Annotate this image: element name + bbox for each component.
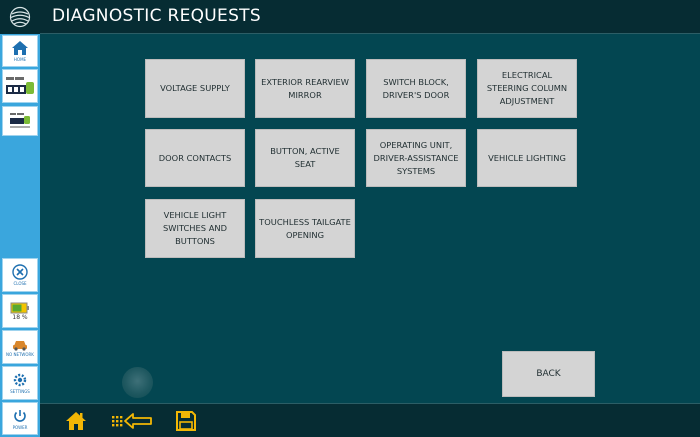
- request-vehicle-light-switches[interactable]: VEHICLE LIGHT SWITCHES AND BUTTONS: [145, 199, 245, 258]
- back-button[interactable]: BACK: [502, 351, 595, 397]
- drivepro-small-logo-icon: [10, 113, 30, 128]
- no-network-car-icon: [13, 341, 27, 351]
- home-icon: [12, 41, 28, 55]
- power-side-label: POWER: [12, 424, 28, 430]
- drivepro-autodiagnosis-button[interactable]: [2, 106, 38, 136]
- battery-icon: [10, 302, 29, 313]
- close-side-button[interactable]: CLOSE: [2, 258, 38, 292]
- home-icon: [66, 412, 86, 430]
- request-touchless-tailgate[interactable]: TOUCHLESS TAILGATE OPENING: [255, 199, 355, 258]
- battery-percent: 18 %: [12, 313, 28, 321]
- home-side-button[interactable]: HOME: [2, 35, 38, 67]
- footer-toolbar: [40, 403, 700, 437]
- settings-side-label: SETTINGS: [10, 389, 30, 394]
- brand-logo: [0, 0, 40, 34]
- header-bar: DIAGNOSTIC REQUESTS: [40, 0, 700, 34]
- request-electrical-steering-column[interactable]: ELECTRICAL STEERING COLUMN ADJUSTMENT: [477, 59, 577, 118]
- floating-assistive-button[interactable]: [122, 367, 153, 398]
- power-side-button[interactable]: POWER: [2, 402, 38, 435]
- footer-save-button[interactable]: [174, 409, 198, 433]
- battery-status: 18 %: [2, 294, 38, 328]
- drivepro-logo-icon: [6, 77, 34, 94]
- network-status: NO NETWORK: [2, 330, 38, 364]
- network-label: NO NETWORK: [6, 352, 34, 357]
- request-voltage-supply[interactable]: VOLTAGE SUPPLY: [145, 59, 245, 118]
- close-side-label: CLOSE: [13, 281, 27, 286]
- footer-home-button[interactable]: [64, 409, 88, 433]
- settings-side-button[interactable]: SETTINGS: [2, 366, 38, 400]
- request-door-contacts[interactable]: DOOR CONTACTS: [145, 129, 245, 187]
- power-icon: [14, 409, 26, 422]
- footer-back-button[interactable]: [110, 409, 154, 433]
- page-title: DIAGNOSTIC REQUESTS: [52, 6, 261, 26]
- app-window: HOME CLOSE 18 % NO NETWORK SETTINGS POWE…: [0, 0, 700, 437]
- request-operating-unit-driver-assistance[interactable]: OPERATING UNIT, DRIVER-ASSISTANCE SYSTEM…: [366, 129, 466, 187]
- request-button-active-seat[interactable]: BUTTON, ACTIVE SEAT: [255, 129, 355, 187]
- request-vehicle-lighting[interactable]: VEHICLE LIGHTING: [477, 129, 577, 187]
- back-arrow-icon: [112, 413, 152, 429]
- drivepro-app-button[interactable]: [2, 69, 38, 103]
- globe-logo-icon: [9, 6, 31, 28]
- request-switch-block-drivers-door[interactable]: SWITCH BLOCK, DRIVER'S DOOR: [366, 59, 466, 118]
- sidebar: HOME CLOSE 18 % NO NETWORK SETTINGS POWE…: [0, 0, 40, 437]
- gear-icon: [13, 373, 27, 387]
- save-icon: [176, 411, 196, 431]
- home-side-label: HOME: [13, 57, 27, 62]
- request-exterior-rearview-mirror[interactable]: EXTERIOR REARVIEW MIRROR: [255, 59, 355, 118]
- close-icon: [12, 264, 28, 280]
